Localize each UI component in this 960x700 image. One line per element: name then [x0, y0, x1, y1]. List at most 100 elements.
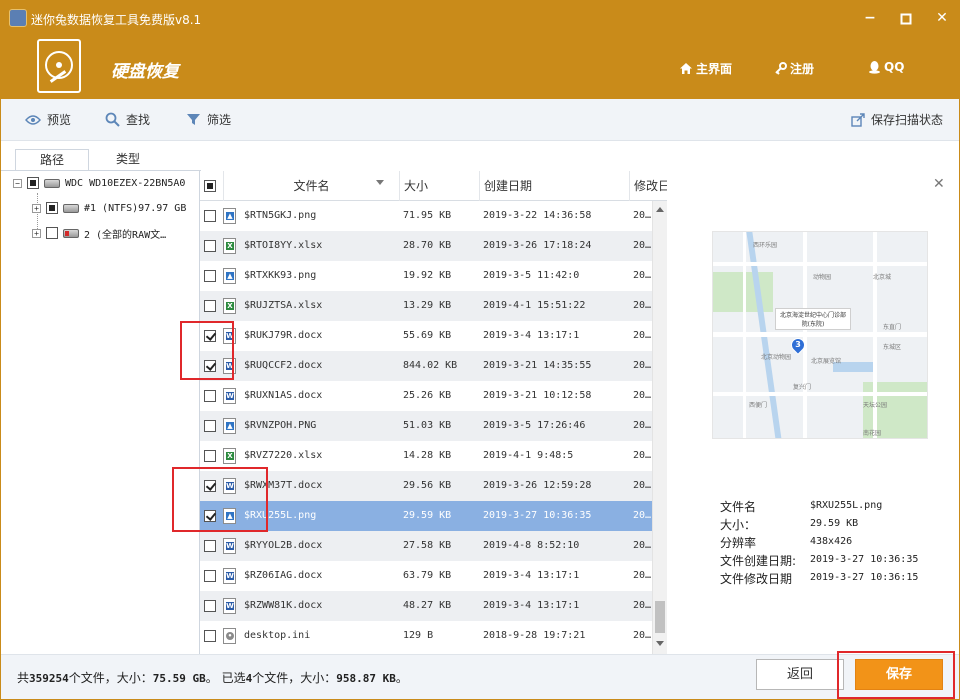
scroll-down-icon[interactable]: [656, 641, 664, 646]
table-row[interactable]: • desktop.ini 129 B 2018-9-28 19:7:21 20…: [200, 621, 652, 651]
row-checkbox[interactable]: [204, 570, 216, 582]
file-modified: 20…: [633, 450, 652, 461]
file-name: $RUKJ79R.docx: [244, 330, 323, 341]
table-row[interactable]: ▲ $RTXKK93.png 19.92 KB 2019-3-5 11:42:0 20…: [200, 261, 652, 291]
tree-item-partition[interactable]: + #1 (NTFS)97.97 GB: [32, 197, 186, 219]
table-row[interactable]: W $RUQCCF2.docx 844.02 KB 2019-3-21 14:35:5…: [200, 351, 652, 381]
table-row[interactable]: W $RUKJ79R.docx 55.69 KB 2019-3-4 13:17:1 20…: [200, 321, 652, 351]
expand-icon[interactable]: +: [32, 228, 41, 238]
save-button[interactable]: 保存: [855, 659, 943, 690]
tree-item-disk[interactable]: − WDC WD10EZEX-22BN5A0: [13, 172, 185, 194]
row-checkbox[interactable]: [204, 510, 216, 522]
key-icon: [775, 62, 787, 75]
row-checkbox[interactable]: [204, 600, 216, 612]
map-label: 北京城: [873, 274, 892, 281]
save-scan-button[interactable]: 保存扫描状态: [851, 111, 943, 128]
filter-button[interactable]: 筛选: [186, 111, 231, 128]
file-created: 2019-3-4 13:17:1: [483, 330, 580, 341]
table-row[interactable]: ▲ $RXU255L.png 29.59 KB 2019-3-27 10:36:35 2…: [200, 501, 652, 531]
file-size: 844.02 KB: [403, 360, 458, 371]
minimize-icon[interactable]: −: [861, 11, 879, 27]
nav-register[interactable]: 注册: [774, 60, 814, 77]
row-checkbox[interactable]: [204, 300, 216, 312]
toolbar: 预览 查找 筛选 保存扫描状态: [1, 99, 959, 141]
column-size[interactable]: 大小: [400, 171, 480, 201]
file-size: 28.70 KB: [403, 240, 452, 251]
file-size: 13.29 KB: [403, 300, 452, 311]
eye-icon: [25, 114, 41, 125]
qq-icon: [869, 61, 880, 74]
word-file-icon: W: [223, 358, 236, 374]
status-part: 。: [395, 671, 408, 685]
row-checkbox[interactable]: [204, 240, 216, 252]
tab-type[interactable]: 类型: [91, 149, 165, 171]
row-checkbox[interactable]: [204, 450, 216, 462]
file-modified: 20…: [633, 540, 652, 551]
file-modified: 20…: [633, 420, 652, 431]
table-row[interactable]: ▲ $RVNZPOH.PNG 51.03 KB 2019-3-5 17:26:46 20…: [200, 411, 652, 441]
back-button[interactable]: 返回: [756, 659, 844, 690]
column-modified[interactable]: 修改日: [630, 171, 667, 201]
row-checkbox[interactable]: [204, 210, 216, 222]
tree-item-raw[interactable]: + 2 (全部的RAW文…: [32, 222, 166, 244]
file-name: $RVZ7220.xlsx: [244, 450, 323, 461]
tree-checkbox[interactable]: [46, 227, 58, 239]
image-file-icon: ▲: [223, 268, 236, 284]
map-label: 北京动物园: [761, 354, 792, 361]
close-icon[interactable]: ✕: [933, 11, 951, 27]
file-size: 19.92 KB: [403, 270, 452, 281]
select-all-checkbox[interactable]: [204, 180, 216, 192]
status-bar: 共359254个文件，大小：75.59 GB。 已选4个文件，大小：958.87…: [1, 651, 959, 699]
export-icon: [851, 112, 865, 127]
row-checkbox[interactable]: [204, 330, 216, 342]
tree-checkbox[interactable]: [46, 202, 58, 214]
vertical-scrollbar[interactable]: [652, 201, 667, 654]
table-row[interactable]: W $RYYOL2B.docx 27.58 KB 2019-4-8 8:52:10 20…: [200, 531, 652, 561]
app-window: 迷你兔数据恢复工具免费版v8.1 − ✕ 硬盘恢复 主界面 注册 QQ 预览 查…: [0, 0, 960, 700]
row-checkbox[interactable]: [204, 480, 216, 492]
file-name: $RVNZPOH.PNG: [244, 420, 317, 431]
table-header: 文件名 大小 创建日期 修改日: [200, 171, 667, 201]
collapse-icon[interactable]: −: [13, 178, 22, 188]
row-checkbox[interactable]: [204, 390, 216, 402]
nav-home[interactable]: 主界面: [679, 60, 732, 77]
table-row[interactable]: X $RTOI8YY.xlsx 28.70 KB 2019-3-26 17:18:24…: [200, 231, 652, 261]
table-row[interactable]: W $RZ06IAG.docx 63.79 KB 2019-3-4 13:17:1 20…: [200, 561, 652, 591]
expand-icon[interactable]: +: [32, 203, 41, 213]
maximize-icon[interactable]: [897, 11, 915, 27]
file-name: $RTOI8YY.xlsx: [244, 240, 323, 251]
tab-path[interactable]: 路径: [15, 149, 89, 171]
row-checkbox[interactable]: [204, 630, 216, 642]
directory-tree: − WDC WD10EZEX-22BN5A0 + #1 (NTFS)97.97 …: [1, 171, 200, 654]
table-row[interactable]: W $RUXN1AS.docx 25.26 KB 2019-3-21 10:12:58…: [200, 381, 652, 411]
row-checkbox[interactable]: [204, 360, 216, 372]
file-created: 2019-3-4 13:17:1: [483, 600, 580, 611]
row-checkbox[interactable]: [204, 420, 216, 432]
scroll-thumb[interactable]: [655, 601, 665, 633]
word-file-icon: W: [223, 598, 236, 614]
table-row[interactable]: W $RZWW81K.docx 48.27 KB 2019-3-4 13:17:1 20…: [200, 591, 652, 621]
column-created[interactable]: 创建日期: [480, 171, 630, 201]
file-modified: 20…: [633, 480, 652, 491]
map-popup: 北京海淀世纪中心门诊部 院(东院): [775, 308, 851, 330]
info-key: 文件修改日期: [720, 572, 793, 586]
excel-file-icon: X: [223, 448, 236, 464]
image-file-icon: ▲: [223, 508, 236, 524]
row-checkbox[interactable]: [204, 270, 216, 282]
scroll-up-icon[interactable]: [656, 207, 664, 212]
find-button[interactable]: 查找: [105, 111, 150, 128]
nav-qq[interactable]: QQ: [868, 60, 904, 74]
row-checkbox[interactable]: [204, 540, 216, 552]
file-created: 2019-3-22 14:36:58: [483, 210, 592, 221]
nav-register-label: 注册: [790, 62, 815, 76]
table-row[interactable]: ▲ $RTN5GKJ.png 71.95 KB 2019-3-22 14:36:58 2…: [200, 201, 652, 231]
tree-checkbox[interactable]: [27, 177, 39, 189]
preview-button[interactable]: 预览: [25, 111, 71, 128]
column-name[interactable]: 文件名: [224, 171, 400, 201]
table-row[interactable]: X $RVZ7220.xlsx 14.28 KB 2019-4-1 9:48:5 20…: [200, 441, 652, 471]
info-row: 大小： 29.59 KB: [720, 516, 950, 534]
word-file-icon: W: [223, 328, 236, 344]
table-row[interactable]: W $RWXM37T.docx 29.56 KB 2019-3-26 12:59:28…: [200, 471, 652, 501]
close-icon[interactable]: ✕: [933, 176, 945, 192]
table-row[interactable]: X $RUJZTSA.xlsx 13.29 KB 2019-4-1 15:51:22 2…: [200, 291, 652, 321]
